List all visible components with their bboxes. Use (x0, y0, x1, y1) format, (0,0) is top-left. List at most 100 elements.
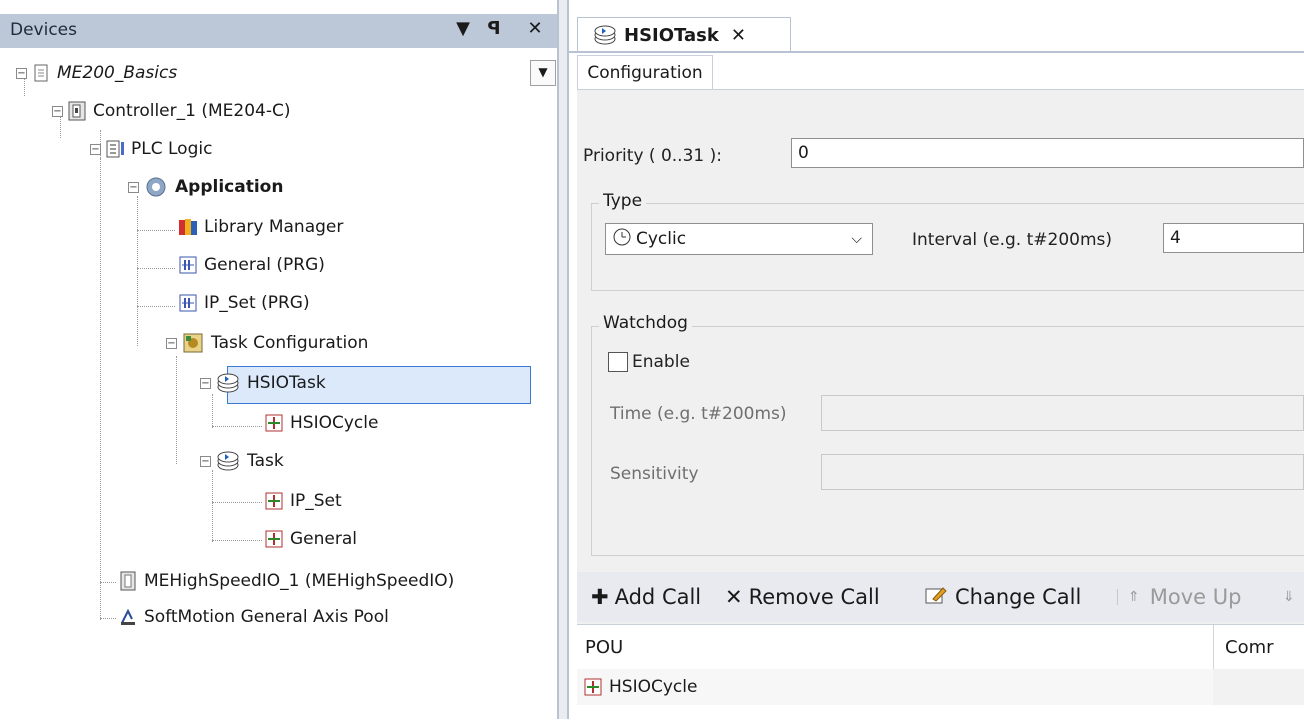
sensitivity-input (821, 454, 1304, 490)
collapse-icon[interactable]: − (90, 143, 101, 155)
tree-item-label: Application (175, 177, 284, 197)
clock-icon (612, 227, 632, 252)
table-header-row: POU Comr (577, 625, 1304, 670)
program-icon (178, 255, 198, 275)
type-group-title: Type (599, 191, 647, 211)
watchdog-time-input (821, 395, 1304, 431)
tree-item-label: HSIOCycle (290, 413, 379, 433)
tree-item-project[interactable]: − ME200_Basics (16, 56, 177, 90)
tree-item-label: Task (247, 451, 284, 471)
remove-call-label: Remove Call (748, 585, 880, 609)
task-editor: HSIOTask ✕ Configuration Priority ( 0..3… (569, 0, 1304, 720)
collapse-icon[interactable]: − (16, 67, 27, 79)
tree-item-task-configuration[interactable]: − Task Configuration (166, 326, 368, 360)
axis-pool-icon (118, 607, 138, 627)
close-panel-button[interactable]: ✕ (524, 18, 546, 40)
type-select[interactable]: Cyclic ⌵ (605, 223, 873, 255)
remove-call-button[interactable]: ✕ Remove Call (725, 572, 880, 622)
column-header-pou[interactable]: POU (585, 637, 623, 658)
tree-item-mehighspeedio[interactable]: MEHighSpeedIO_1 (MEHighSpeedIO) (118, 564, 454, 598)
collapse-icon[interactable]: − (52, 105, 63, 117)
sensitivity-label: Sensitivity (610, 464, 699, 484)
controller-icon (67, 101, 87, 121)
program-call-icon (583, 677, 603, 702)
column-divider (1213, 625, 1214, 669)
watchdog-group (591, 326, 1304, 556)
tree-item-label: HSIOTask (247, 373, 326, 393)
tree-item-library-manager[interactable]: Library Manager (178, 210, 343, 244)
collapse-icon[interactable]: − (200, 377, 211, 389)
calls-table: POU Comr HSIOCycle (577, 624, 1304, 720)
pou-cell: HSIOCycle (609, 677, 698, 697)
add-call-button[interactable]: ✚ Add Call (591, 572, 701, 622)
collapse-icon[interactable]: − (166, 337, 177, 349)
panel-splitter[interactable] (557, 0, 569, 719)
program-call-icon (264, 529, 284, 549)
program-call-icon (264, 413, 284, 433)
tab-hsiotask[interactable]: HSIOTask ✕ (577, 17, 791, 52)
panel-menu-button[interactable]: ▼ (452, 18, 474, 40)
watchdog-group-title: Watchdog (599, 313, 692, 333)
library-icon (178, 217, 198, 237)
change-call-button[interactable]: Change Call (925, 572, 1081, 622)
enable-checkbox[interactable] (608, 352, 628, 372)
tree-item-label: Task Configuration (211, 333, 369, 353)
tree-item-controller[interactable]: − Controller_1 (ME204-C) (52, 94, 290, 128)
io-module-icon (118, 571, 138, 591)
task-icon (215, 451, 241, 471)
tab-configuration[interactable]: Configuration (577, 55, 713, 90)
arrow-down-icon[interactable]: ⇓ (1283, 572, 1295, 622)
priority-label: Priority ( 0..31 ): (583, 146, 722, 166)
enable-label: Enable (632, 352, 690, 372)
interval-label: Interval (e.g. t#200ms) (912, 230, 1113, 250)
edit-icon (925, 585, 947, 610)
tree-item-label: General (290, 529, 357, 549)
interval-input[interactable]: 4 (1163, 223, 1304, 253)
collapse-icon[interactable]: − (200, 455, 211, 467)
tab-strip-divider (569, 51, 1304, 53)
tree-item-label: General (PRG) (204, 255, 325, 275)
tree-dropdown-button[interactable]: ▼ (530, 60, 556, 86)
move-up-button[interactable]: ⇑ Move Up (1117, 572, 1241, 622)
tree-item-task[interactable]: − Task (200, 444, 284, 478)
priority-input[interactable]: 0 (791, 138, 1304, 168)
tree-item-label: Library Manager (204, 217, 344, 237)
task-icon (215, 373, 241, 393)
devices-panel: Devices ▼ ꟼ ✕ ▼ − ME200_Basics − Control… (0, 0, 557, 719)
tree-item-application[interactable]: − Application (128, 170, 283, 204)
add-icon: ✚ (591, 585, 609, 609)
arrow-up-icon: ⇑ (1117, 589, 1140, 605)
add-call-label: Add Call (614, 585, 702, 609)
program-icon (178, 293, 198, 313)
watchdog-time-label: Time (e.g. t#200ms) (610, 404, 787, 424)
plc-logic-icon (105, 139, 125, 159)
tree-item-hsiotask[interactable]: − HSIOTask (200, 366, 326, 400)
tree-item-ip-set[interactable]: IP_Set (264, 484, 342, 518)
change-call-label: Change Call (955, 585, 1082, 609)
move-up-label: Move Up (1149, 585, 1242, 609)
table-row[interactable]: HSIOCycle (577, 669, 1304, 705)
close-tab-button[interactable]: ✕ (731, 25, 746, 46)
tree-item-hsiocycle[interactable]: HSIOCycle (264, 406, 378, 440)
tree-item-label: IP_Set (290, 491, 342, 511)
tree-item-ip-set-prg[interactable]: IP_Set (PRG) (178, 286, 310, 320)
tree-item-label: IP_Set (PRG) (204, 293, 310, 313)
remove-icon: ✕ (725, 585, 743, 609)
tree-item-label: Controller_1 (ME204-C) (93, 101, 291, 121)
task-icon (592, 25, 618, 45)
chevron-down-icon: ⌵ (851, 231, 862, 247)
calls-toolbar: ✚ Add Call ✕ Remove Call Change Call ⇑ M… (577, 572, 1304, 622)
type-select-value: Cyclic (636, 229, 687, 249)
gear-icon (143, 177, 169, 197)
pin-icon[interactable]: ꟼ (483, 18, 505, 40)
tree-item-label: SoftMotion General Axis Pool (144, 607, 389, 627)
program-call-icon (264, 491, 284, 511)
devices-panel-title: Devices (10, 20, 77, 40)
tree-item-general-prg[interactable]: General (PRG) (178, 248, 325, 282)
tree-item-softmotion[interactable]: SoftMotion General Axis Pool (118, 600, 389, 634)
tree-item-plc-logic[interactable]: − PLC Logic (90, 132, 212, 166)
column-header-comment[interactable]: Comr (1225, 637, 1274, 658)
project-icon (31, 63, 51, 83)
tree-item-general[interactable]: General (264, 522, 357, 556)
collapse-icon[interactable]: − (128, 181, 139, 193)
